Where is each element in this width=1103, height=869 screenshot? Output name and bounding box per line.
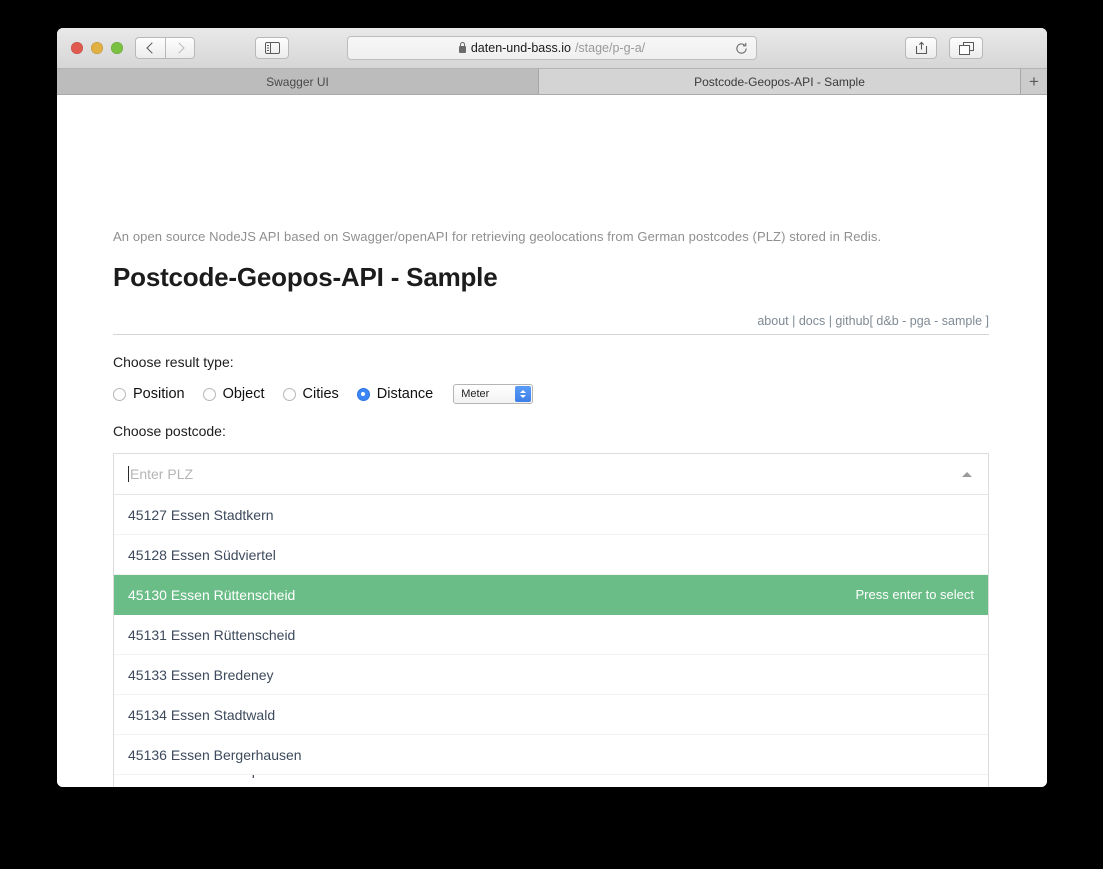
tab-label: Postcode-Geopos-API - Sample bbox=[694, 74, 865, 89]
postcode-label: Choose postcode: bbox=[113, 423, 226, 439]
list-item-label: 45138 Essen Huttrop bbox=[128, 775, 260, 778]
chevron-right-icon bbox=[172, 42, 185, 54]
text-cursor bbox=[128, 466, 129, 482]
page-container: An open source NodeJS API based on Swagg… bbox=[113, 95, 989, 787]
distance-unit-select[interactable]: Meter bbox=[453, 384, 534, 404]
chevron-left-icon bbox=[146, 42, 158, 54]
tab-overview-icon bbox=[958, 41, 974, 55]
radio-option-distance[interactable]: Distance bbox=[356, 386, 434, 402]
chevron-up-icon bbox=[520, 390, 527, 393]
chevron-up-icon[interactable] bbox=[962, 472, 972, 477]
radio-option-position[interactable]: Position bbox=[113, 386, 185, 402]
browser-window: daten-und-bass.io/stage/p-g-a/ Swagger U… bbox=[57, 28, 1047, 787]
radio-indicator[interactable] bbox=[282, 387, 296, 401]
list-item[interactable]: 45134 Essen Stadtwald bbox=[114, 695, 988, 735]
forward-button[interactable] bbox=[165, 37, 195, 59]
list-item-label: 45130 Essen Rüttenscheid bbox=[128, 586, 296, 603]
list-item-label: 45131 Essen Rüttenscheid bbox=[128, 626, 296, 643]
page-title: Postcode-Geopos-API - Sample bbox=[113, 262, 498, 292]
press-enter-hint: Press enter to select bbox=[855, 587, 975, 602]
radio-label: Distance bbox=[376, 386, 434, 402]
radio-option-object[interactable]: Object bbox=[202, 386, 265, 402]
radio-label: Position bbox=[133, 386, 185, 402]
stepper-arrows-icon[interactable] bbox=[515, 386, 532, 402]
minimize-window-button[interactable] bbox=[91, 42, 103, 54]
result-type-radio-group: Position Object Cities Distance Meter bbox=[113, 384, 989, 404]
show-all-tabs-button[interactable] bbox=[949, 37, 983, 59]
postcode-input-placeholder: Enter PLZ bbox=[130, 466, 194, 482]
sidebar-toggle-button[interactable] bbox=[255, 37, 289, 59]
back-button[interactable] bbox=[135, 37, 165, 59]
list-item[interactable]: 45138 Essen Huttrop bbox=[114, 775, 988, 787]
maximize-window-button[interactable] bbox=[111, 42, 123, 54]
list-item-label: 45133 Essen Bredeney bbox=[128, 666, 274, 683]
close-window-button[interactable] bbox=[71, 42, 83, 54]
url-text: daten-und-bass.io/stage/p-g-a/ bbox=[458, 41, 646, 55]
lock-icon bbox=[458, 41, 466, 53]
radio-indicator[interactable] bbox=[356, 387, 370, 401]
address-bar[interactable]: daten-und-bass.io/stage/p-g-a/ bbox=[347, 36, 757, 60]
tab-bar: Swagger UI Postcode-Geopos-API - Sample … bbox=[57, 69, 1047, 95]
radio-indicator[interactable] bbox=[113, 387, 126, 401]
distance-unit-value: Meter bbox=[461, 388, 490, 400]
postcode-input-wrapper[interactable]: Enter PLZ bbox=[113, 453, 989, 495]
list-item[interactable]: 45131 Essen Rüttenscheid bbox=[114, 615, 988, 655]
plus-icon: + bbox=[1029, 72, 1039, 91]
window-controls bbox=[71, 42, 123, 54]
list-item[interactable]: 45128 Essen Südviertel bbox=[114, 535, 988, 575]
page-content: An open source NodeJS API based on Swagg… bbox=[57, 95, 1047, 787]
tab-swagger-ui[interactable]: Swagger UI bbox=[57, 69, 539, 94]
url-host: daten-und-bass.io bbox=[470, 41, 571, 55]
share-icon bbox=[915, 41, 927, 55]
list-item-label: 45136 Essen Bergerhausen bbox=[128, 746, 302, 763]
tab-postcode-geopos-api-sample[interactable]: Postcode-Geopos-API - Sample bbox=[539, 69, 1021, 94]
postcode-dropdown-list[interactable]: 45127 Essen Stadtkern 45128 Essen Südvie… bbox=[113, 495, 989, 787]
radio-label: Cities bbox=[302, 386, 339, 402]
url-path: /stage/p-g-a/ bbox=[574, 41, 646, 55]
list-item-label: 45134 Essen Stadtwald bbox=[128, 706, 276, 723]
list-item[interactable]: 45136 Essen Bergerhausen bbox=[114, 735, 988, 775]
list-item[interactable]: 45127 Essen Stadtkern bbox=[114, 495, 988, 535]
share-button[interactable] bbox=[905, 37, 937, 59]
new-tab-button[interactable]: + bbox=[1021, 69, 1047, 94]
list-item[interactable]: 45133 Essen Bredeney bbox=[114, 655, 988, 695]
list-item-label: 45128 Essen Südviertel bbox=[128, 546, 276, 563]
reload-icon[interactable] bbox=[735, 42, 748, 55]
radio-indicator[interactable] bbox=[202, 387, 216, 401]
nav-links[interactable]: about | docs | github[ d&b - pga - sampl… bbox=[113, 314, 989, 335]
sidebar-icon bbox=[264, 42, 280, 54]
radio-label: Object bbox=[222, 386, 265, 402]
list-item-label: 45127 Essen Stadtkern bbox=[128, 506, 274, 523]
list-item-selected[interactable]: 45130 Essen Rüttenscheid Press enter to … bbox=[114, 575, 988, 615]
result-type-label: Choose result type: bbox=[113, 354, 234, 370]
tab-label: Swagger UI bbox=[266, 74, 329, 89]
intro-text: An open source NodeJS API based on Swagg… bbox=[113, 229, 882, 244]
radio-option-cities[interactable]: Cities bbox=[282, 386, 339, 402]
chevron-down-icon bbox=[520, 395, 527, 398]
browser-toolbar: daten-und-bass.io/stage/p-g-a/ bbox=[57, 28, 1047, 69]
